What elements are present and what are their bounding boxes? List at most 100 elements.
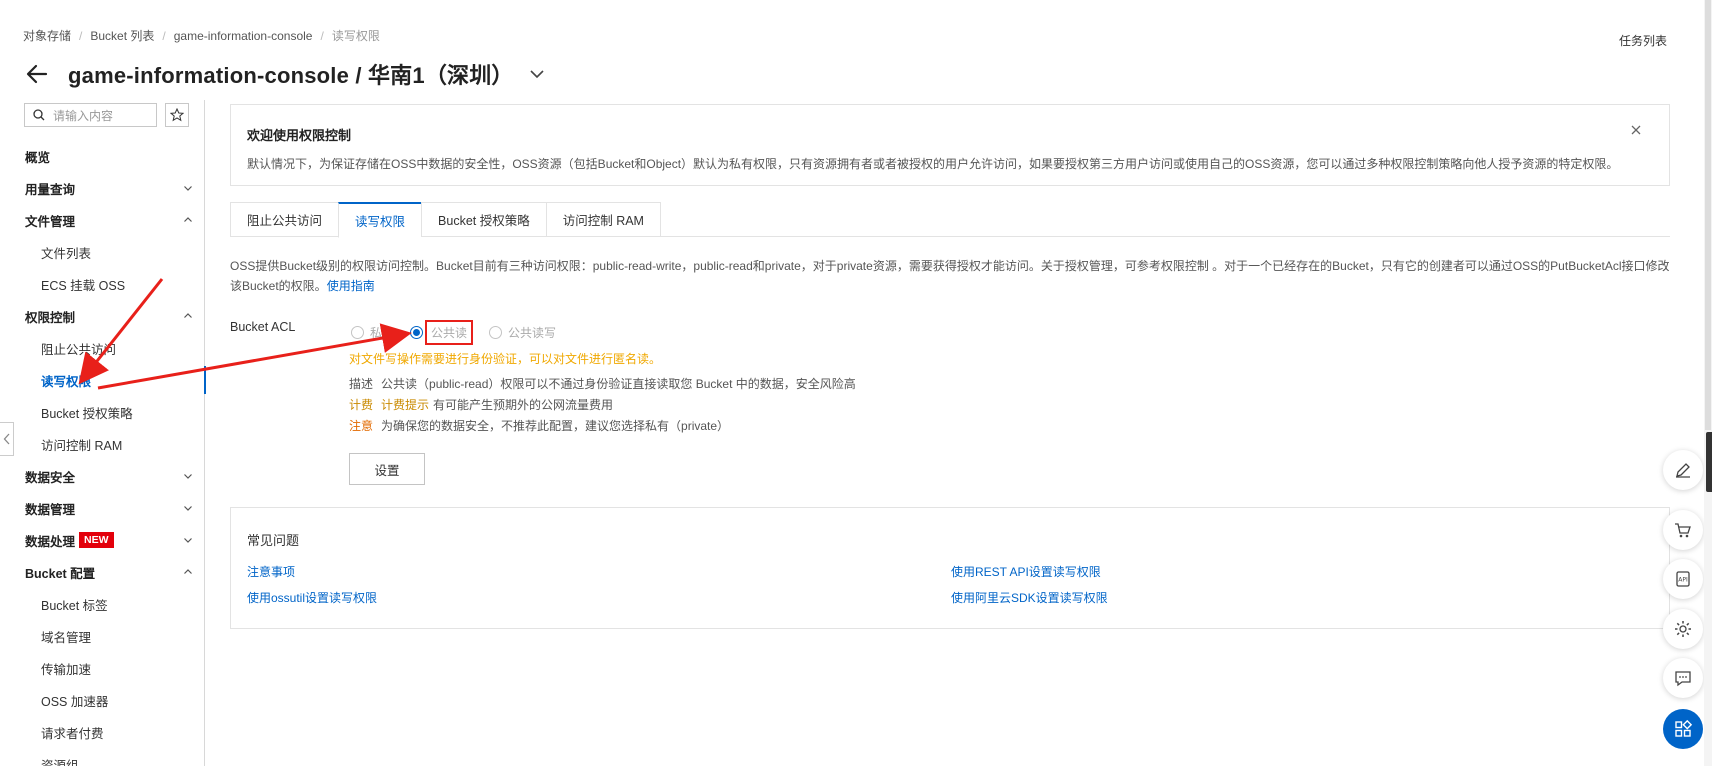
chevron-down-icon xyxy=(184,538,192,543)
faq-link-rest-api[interactable]: 使用REST API设置读写权限 xyxy=(951,563,1101,580)
task-list-link[interactable]: 任务列表 xyxy=(1619,32,1667,49)
sidebar-item-data-security[interactable]: 数据安全 xyxy=(0,460,205,492)
sidebar-item-label: Bucket 授权策略 xyxy=(41,406,133,421)
sidebar-item-resource-group[interactable]: 资源组 xyxy=(0,748,205,766)
sidebar-item-label: 数据处理 xyxy=(25,534,76,549)
faq-link-sdk[interactable]: 使用阿里云SDK设置读写权限 xyxy=(951,589,1108,606)
sidebar-item-label: 读写权限 xyxy=(41,374,92,389)
faq-link-ossutil[interactable]: 使用ossutil设置读写权限 xyxy=(247,589,377,606)
sidebar-item-domain[interactable]: 域名管理 xyxy=(0,620,205,652)
sidebar-item-bucket-tags[interactable]: Bucket 标签 xyxy=(0,588,205,620)
breadcrumb-bucket-list[interactable]: Bucket 列表 xyxy=(90,27,154,44)
acl-radio-group: 私有 公共读 公共读写 xyxy=(351,320,572,345)
radio-label: 公共读写 xyxy=(508,326,557,340)
radio-circle xyxy=(351,326,364,339)
sidebar-item-access-control[interactable]: 权限控制 xyxy=(0,300,205,332)
guide-link[interactable]: 使用指南 xyxy=(327,279,375,293)
notice-title: 欢迎使用权限控制 xyxy=(247,128,352,143)
highlight-box: 公共读 xyxy=(425,320,474,345)
sidebar-item-overview[interactable]: 概览 xyxy=(0,140,205,172)
welcome-notice: 欢迎使用权限控制 默认情况下，为保证存储在OSS中数据的安全性，OSS资源（包括… xyxy=(230,104,1670,186)
back-arrow-icon[interactable] xyxy=(24,61,50,87)
bill-key: 计费 xyxy=(349,398,374,412)
sidebar-item-transfer-accel[interactable]: 传输加速 xyxy=(0,652,205,684)
tab-ram[interactable]: 访问控制 RAM xyxy=(545,202,661,237)
breadcrumb-separator: / xyxy=(79,28,83,43)
radio-public-read[interactable]: 公共读 xyxy=(410,320,474,345)
sidebar-collapse-button[interactable] xyxy=(0,422,14,456)
sidebar-item-block-public[interactable]: 阻止公共访问 xyxy=(0,332,205,364)
side-edge-tab[interactable] xyxy=(1706,432,1712,492)
desc-key: 描述 xyxy=(349,377,374,391)
sidebar-item-label: 阻止公共访问 xyxy=(41,342,117,357)
radio-circle xyxy=(489,326,503,339)
breadcrumb-bucket[interactable]: game-information-console xyxy=(174,29,313,43)
star-icon xyxy=(170,108,184,122)
sidebar-item-data-mgmt[interactable]: 数据管理 xyxy=(0,492,205,524)
search-icon xyxy=(33,109,45,121)
sidebar-item-oss-accelerator[interactable]: OSS 加速器 xyxy=(0,684,205,716)
acl-warning: 对文件写操作需要进行身份验证，可以对文件进行匿名读。 xyxy=(349,352,662,366)
set-button[interactable]: 设置 xyxy=(349,453,425,485)
sidebar-item-label: Bucket 标签 xyxy=(41,598,108,613)
sidebar-item-file-mgmt[interactable]: 文件管理 xyxy=(0,204,205,236)
tab-bucket-policy[interactable]: Bucket 授权策略 xyxy=(421,202,546,237)
sidebar-item-label: ECS 挂载 OSS xyxy=(41,278,126,293)
breadcrumb-oss[interactable]: 对象存储 xyxy=(23,27,71,44)
bill-hint: 计费提示 xyxy=(381,398,430,412)
radio-private[interactable]: 私有 xyxy=(351,324,394,341)
note-key: 注意 xyxy=(349,419,374,433)
tab-read-write[interactable]: 读写权限 xyxy=(338,202,422,238)
sidebar-item-label: 文件管理 xyxy=(25,214,76,229)
page-scrollbar[interactable] xyxy=(1704,0,1712,766)
sidebar-item-label: OSS 加速器 xyxy=(41,694,109,709)
faq-panel: 常见问题 注意事项 使用REST API设置读写权限 使用ossutil设置读写… xyxy=(230,507,1670,629)
sidebar-item-usage[interactable]: 用量查询 xyxy=(0,172,205,204)
close-icon[interactable] xyxy=(1629,123,1643,137)
sidebar-item-label: Bucket 配置 xyxy=(25,566,96,581)
bill-text: 有可能产生预期外的公网流量费用 xyxy=(433,398,614,412)
sidebar-item-label: 资源组 xyxy=(41,758,79,766)
apps-float-button[interactable] xyxy=(1663,709,1703,749)
chevron-down-icon xyxy=(184,186,192,191)
chevron-up-icon xyxy=(184,217,192,222)
faq-link-notes[interactable]: 注意事项 xyxy=(247,563,295,580)
sidebar-item-bucket-config[interactable]: Bucket 配置 xyxy=(0,556,205,588)
breadcrumb-current: 读写权限 xyxy=(331,29,380,43)
api-float-button[interactable]: API xyxy=(1663,559,1703,599)
sidebar-item-label: 域名管理 xyxy=(41,630,92,645)
acl-label: Bucket ACL xyxy=(230,320,296,334)
chevron-down-icon[interactable] xyxy=(528,65,546,83)
settings-float-button[interactable] xyxy=(1663,609,1703,649)
tab-block-public[interactable]: 阻止公共访问 xyxy=(230,202,339,237)
new-badge: NEW xyxy=(79,532,114,548)
sidebar-search[interactable]: 请输入内容 xyxy=(24,103,157,127)
chevron-down-icon xyxy=(184,474,192,479)
acl-info: 描述 公共读（public-read）权限可以不通过身份验证直接读取您 Bucke… xyxy=(349,374,856,437)
sidebar-item-label: 访问控制 RAM xyxy=(41,438,123,453)
scrollbar-thumb[interactable] xyxy=(1705,0,1711,430)
sidebar-item-label: 概览 xyxy=(25,150,51,165)
api-icon: API xyxy=(1676,571,1690,587)
sidebar-item-requester-pays[interactable]: 请求者付费 xyxy=(0,716,205,748)
cart-float-button[interactable] xyxy=(1663,510,1703,550)
favorite-button[interactable] xyxy=(165,103,189,127)
breadcrumb-separator: / xyxy=(320,28,324,43)
cart-icon xyxy=(1675,523,1691,538)
edit-float-button[interactable] xyxy=(1663,450,1703,490)
sidebar-item-label: 权限控制 xyxy=(25,310,76,325)
sidebar-item-label: 文件列表 xyxy=(41,246,92,261)
description-line: 该Bucket的权限。 xyxy=(230,279,327,293)
note-text: 为确保您的数据安全，不推荐此配置，建议您选择私有（private） xyxy=(381,419,730,433)
breadcrumb-separator: / xyxy=(162,28,166,43)
radio-public-read-write[interactable]: 公共读写 xyxy=(489,324,556,341)
sidebar-item-bucket-policy[interactable]: Bucket 授权策略 xyxy=(0,396,205,428)
sidebar-item-file-list[interactable]: 文件列表 xyxy=(0,236,205,268)
feedback-float-button[interactable] xyxy=(1663,658,1703,698)
pencil-icon xyxy=(1676,463,1690,478)
sidebar-item-data-processing[interactable]: 数据处理 NEW xyxy=(0,524,205,556)
sidebar-item-ecs-mount[interactable]: ECS 挂载 OSS xyxy=(0,268,205,300)
sidebar-item-ram[interactable]: 访问控制 RAM xyxy=(0,428,205,460)
page-title: game-information-console / 华南1（深圳） xyxy=(68,63,514,88)
sidebar-item-read-write[interactable]: 读写权限 xyxy=(0,364,206,396)
